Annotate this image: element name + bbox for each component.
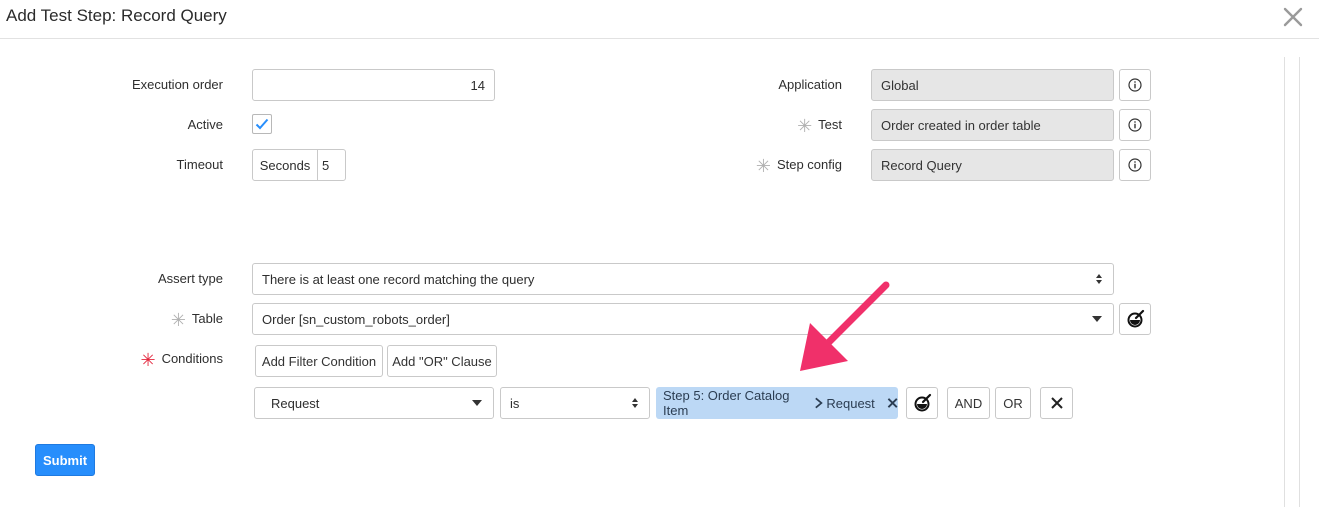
close-icon[interactable] [887,397,898,409]
execution-order-label: Execution order [131,77,223,92]
test-field: Order created in order table [871,109,1114,141]
required-indicator: ✳ [755,156,771,176]
timeout-unit: Seconds [253,150,318,180]
test-info-button[interactable] [1119,109,1151,141]
add-filter-condition-button[interactable]: Add Filter Condition [255,345,383,377]
table-dependency-button[interactable] [1119,303,1151,335]
table-label: ✳ Table [170,310,223,330]
required-indicator: ✳ [797,116,813,136]
add-or-clause-button[interactable]: Add "OR" Clause [387,345,497,377]
step-config-label: ✳ Step config [755,156,842,176]
condition-field-value: Request [271,395,320,411]
condition-field-select[interactable]: Request [254,387,494,419]
annotation-arrow [800,281,890,371]
or-button[interactable]: OR [995,387,1031,419]
and-button[interactable]: AND [947,387,990,419]
delete-condition-button[interactable] [1040,387,1073,419]
condition-operator-value: is [510,395,520,411]
active-label: Active [187,117,223,132]
timeout-field: Seconds 5 [252,149,346,181]
checkmark-icon [255,118,269,130]
table-value: Order [sn_custom_robots_order] [262,311,450,327]
required-indicator: ✳ [170,310,186,330]
required-indicator: ✳ [140,350,156,370]
table-select[interactable]: Order [sn_custom_robots_order] [252,303,1114,335]
test-label: ✳ Test [797,116,842,136]
condition-dependency-button[interactable] [906,387,938,419]
conditions-label: ✳ Conditions [140,350,223,370]
chevron-down-icon [472,400,482,406]
chevron-right-icon [815,397,823,409]
application-info-button[interactable] [1119,69,1151,101]
data-pill-icon [1127,309,1145,328]
select-arrows-icon [632,398,638,408]
step-config-info-button[interactable] [1119,149,1151,181]
close-icon[interactable] [1281,5,1305,29]
pill-part-2: Request [826,395,875,411]
scrollbar[interactable] [1284,57,1300,507]
assert-type-value: There is at least one record matching th… [262,271,535,287]
step-config-field: Record Query [871,149,1114,181]
info-icon [1128,118,1142,132]
timeout-label: Timeout [176,157,223,172]
info-icon [1128,78,1142,92]
application-field: Global [871,69,1114,101]
execution-order-input[interactable]: 14 [252,69,495,101]
submit-button[interactable]: Submit [35,444,95,476]
assert-type-select[interactable]: There is at least one record matching th… [252,263,1114,295]
close-icon [1050,397,1063,409]
assert-type-label: Assert type [157,271,223,286]
data-pill-icon [914,393,932,412]
timeout-input[interactable]: 5 [318,158,329,173]
info-icon [1128,158,1142,172]
condition-operator-select[interactable]: is [500,387,650,419]
select-arrows-icon [1096,274,1102,284]
active-checkbox[interactable] [252,114,272,134]
dialog-title: Add Test Step: Record Query [6,6,227,25]
chevron-down-icon [1092,316,1102,322]
application-label: Application [778,77,842,92]
